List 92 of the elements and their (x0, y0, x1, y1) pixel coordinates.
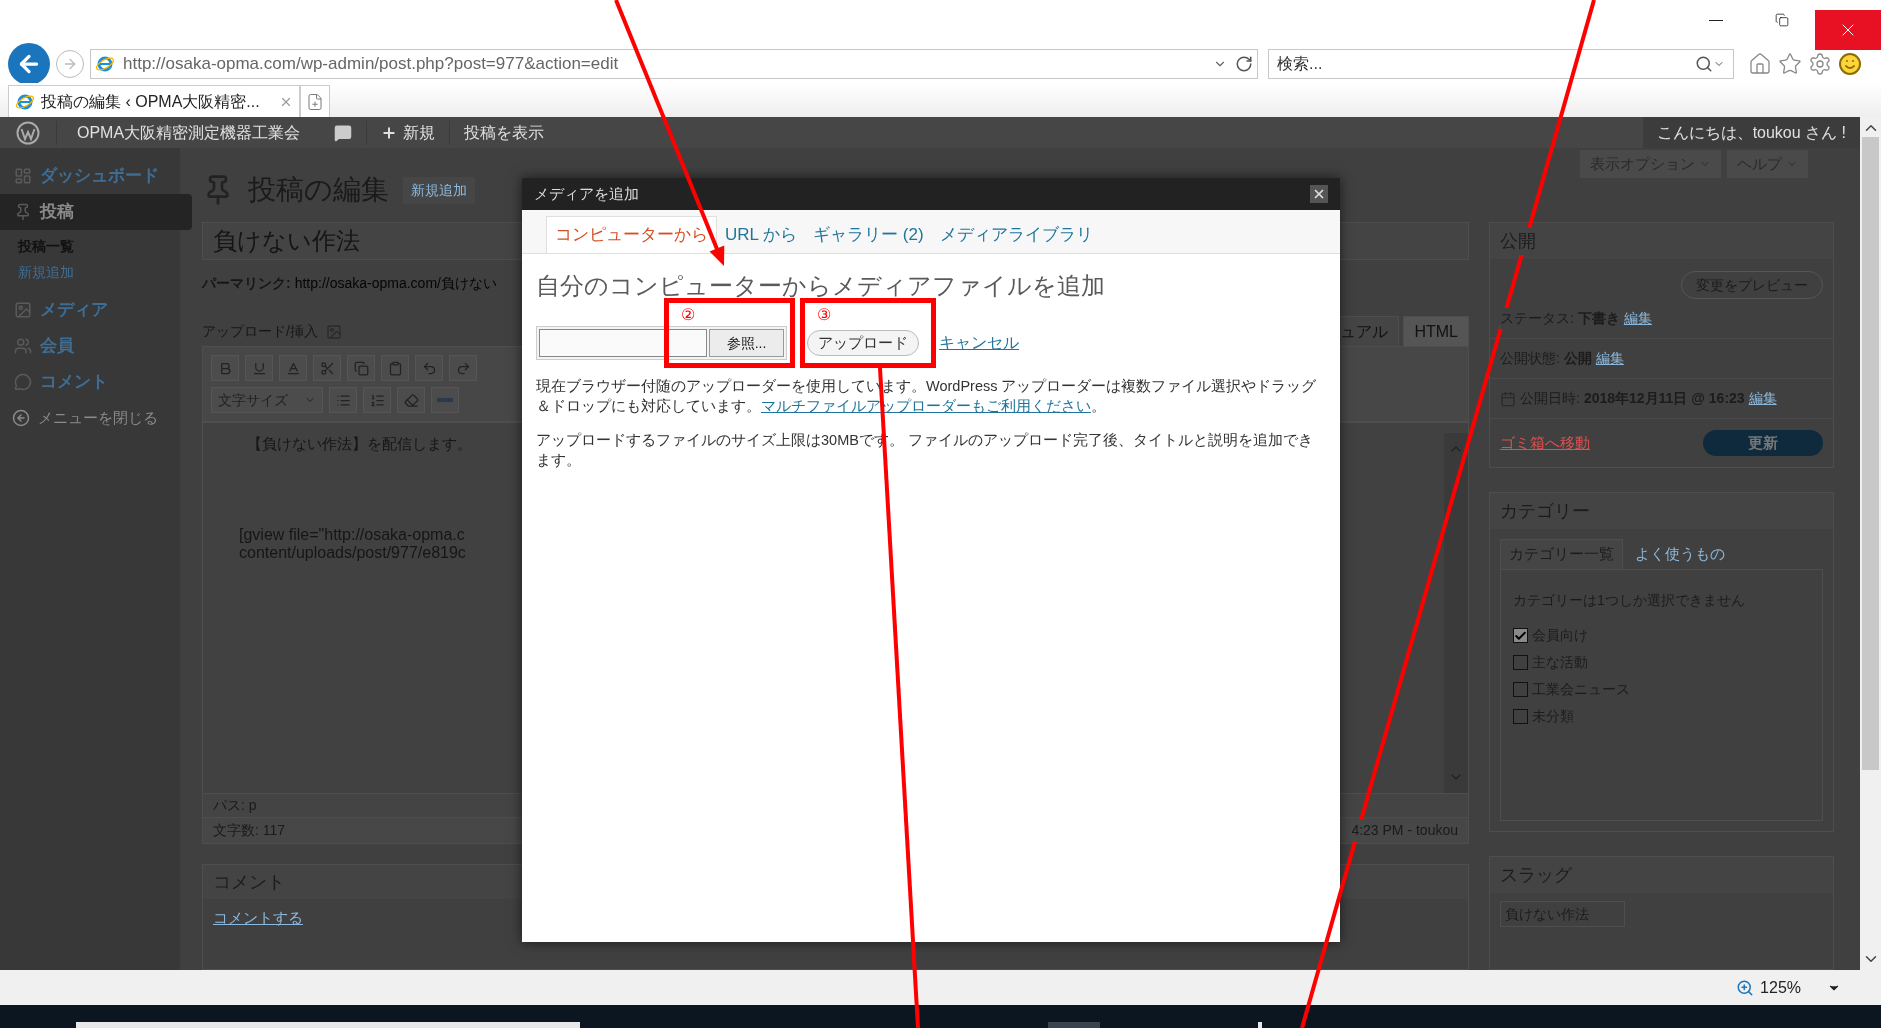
checkbox[interactable] (1513, 682, 1528, 697)
annotation-number: ② (681, 306, 695, 323)
dialog-heading: 自分のコンピューターからメディアファイルを追加 (536, 271, 1105, 301)
toolbar-icon (421, 360, 437, 376)
toolbar-button[interactable] (431, 387, 459, 413)
minimize-icon (1709, 19, 1723, 21)
search-field[interactable]: 検索... (1268, 49, 1734, 79)
address-bar[interactable]: http://osaka-opma.com/wp-admin/post.php?post=977&action=edit (90, 49, 1258, 79)
wordpress-logo-icon[interactable] (16, 120, 40, 145)
toolbar-button[interactable] (329, 387, 357, 413)
toolbar-button[interactable] (279, 355, 307, 381)
greeting-menu[interactable]: こんにちは、toukou さん ! (1642, 117, 1860, 148)
editor-tab[interactable]: HTML (1403, 316, 1469, 346)
toolbar-button[interactable] (449, 355, 477, 381)
menu-label: ダッシュボード (40, 165, 159, 188)
menu-icon (14, 167, 32, 185)
toolbar-icon (387, 360, 403, 376)
toolbar-icon (455, 360, 471, 376)
view-post-link[interactable]: 投稿を表示 (449, 120, 559, 145)
toolbar-icon (285, 360, 301, 376)
comment-icon[interactable] (334, 123, 353, 142)
dialog-title: メディアを追加 (534, 183, 639, 204)
add-new-button[interactable]: 新規追加 (403, 176, 475, 204)
new-label: 新規 (403, 122, 436, 143)
menu-icon (14, 373, 32, 391)
add-comment-link[interactable]: コメントする (203, 899, 313, 930)
toolbar-icon (251, 360, 267, 376)
new-menu[interactable]: 新規 (366, 120, 450, 145)
toolbar-icon (369, 392, 385, 408)
toolbar-icon (353, 360, 369, 376)
close-icon (1312, 187, 1326, 201)
toolbar-button[interactable] (381, 355, 409, 381)
zoom-icon[interactable] (1736, 978, 1755, 997)
toolbar-button[interactable] (313, 355, 341, 381)
toolbar-icon (335, 392, 351, 408)
search-icon[interactable] (1695, 55, 1713, 73)
new-tab-button[interactable] (300, 85, 330, 117)
back-button[interactable] (8, 43, 50, 85)
refresh-icon[interactable] (1235, 55, 1253, 73)
upload-button[interactable]: アップロード (807, 330, 919, 356)
menu-label: コメント (40, 371, 108, 394)
zoom-level[interactable]: 125% (1760, 975, 1801, 1000)
toolbar-button[interactable] (347, 355, 375, 381)
category-tab[interactable]: よく使うもの (1627, 539, 1733, 569)
dialog-tab[interactable]: URL から (717, 216, 806, 253)
trash-link[interactable]: ゴミ箱へ移動 (1500, 431, 1590, 455)
toolbar-button[interactable] (211, 355, 239, 381)
menu-label: メディア (40, 299, 108, 322)
site-name-link[interactable]: OPMA大阪精密測定機器工業会 (56, 120, 321, 145)
home-icon[interactable] (1748, 52, 1772, 76)
edit-link[interactable]: 編集 (1748, 388, 1777, 409)
browser-tab[interactable]: 投稿の編集 ‹ OPMA大阪精密... (8, 85, 300, 117)
tab-title: 投稿の編集 ‹ OPMA大阪精密... (41, 91, 261, 112)
collapse-menu[interactable]: メニューを閉じる (0, 400, 180, 436)
checkbox[interactable] (1513, 655, 1528, 670)
checkbox[interactable] (1513, 628, 1528, 643)
menu-label: 会員 (40, 335, 74, 358)
multi-uploader-link[interactable]: マルチファイルアップローダーもご利用ください (761, 398, 1091, 414)
dialog-tab[interactable]: メディアライブラリ (931, 216, 1101, 253)
forward-arrow-icon (62, 56, 78, 72)
collapse-label: メニューを閉じる (38, 407, 158, 428)
update-button[interactable]: 更新 (1703, 430, 1823, 456)
url-text: http://osaka-opma.com/wp-admin/post.php?post=977&action=edit (123, 53, 620, 76)
smiley-icon[interactable] (1838, 52, 1862, 76)
close-button[interactable] (1310, 185, 1328, 203)
dialog-tab[interactable]: ギャラリー (2) (805, 216, 932, 253)
settings-icon[interactable] (1808, 52, 1832, 76)
checkbox[interactable] (1513, 709, 1528, 724)
edit-link[interactable]: 編集 (1623, 308, 1652, 329)
new-tab-icon (306, 92, 324, 111)
restore-icon (1775, 13, 1789, 27)
menu-icon (14, 203, 32, 221)
sidebar-item[interactable]: 投稿 (0, 194, 192, 230)
menu-icon (14, 301, 32, 319)
annotation-number: ③ (817, 306, 831, 323)
browse-button[interactable]: 参照... (709, 329, 784, 357)
toolbar-button[interactable] (245, 355, 273, 381)
star-icon[interactable] (1778, 52, 1802, 76)
toolbar-button[interactable] (363, 387, 391, 413)
edit-link[interactable]: 編集 (1595, 348, 1624, 369)
toolbar-button[interactable] (415, 355, 443, 381)
browser-logo-icon (95, 54, 115, 74)
search-placeholder: 検索... (1277, 54, 1324, 74)
menu-icon (14, 337, 32, 355)
cancel-link[interactable]: キャンセル (939, 331, 1019, 355)
file-input[interactable]: 参照... (536, 326, 787, 360)
dialog-tab[interactable]: コンピューターから (546, 216, 717, 253)
scrollbar-thumb[interactable] (1862, 137, 1879, 770)
toolbar-icon (319, 360, 335, 376)
menu-label: 投稿 (40, 201, 74, 224)
toolbar-icon (403, 392, 419, 408)
toolbar-button[interactable] (397, 387, 425, 413)
